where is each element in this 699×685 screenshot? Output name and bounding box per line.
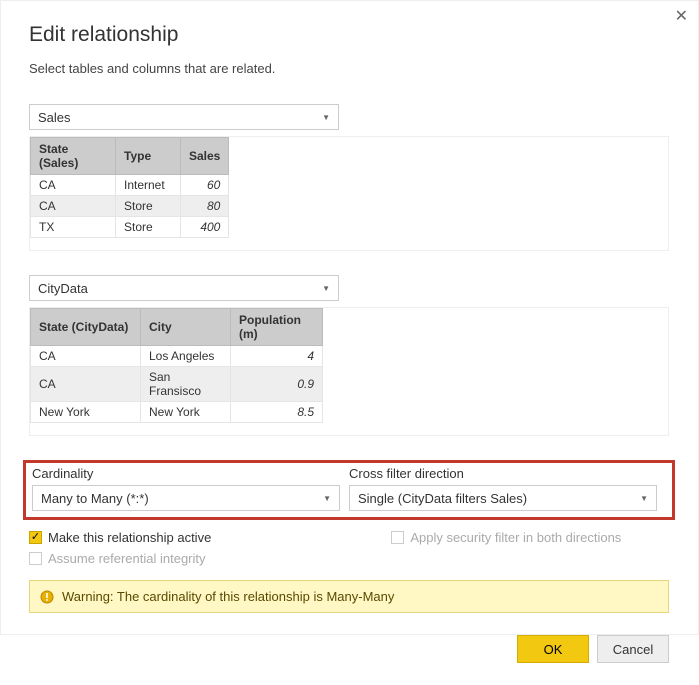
- assume-referential-checkbox: Assume referential integrity: [29, 551, 670, 566]
- cell: TX: [31, 217, 116, 238]
- table2-preview: State (CityData) City Population (m) CA …: [29, 307, 669, 436]
- cell: 400: [181, 217, 229, 238]
- apply-security-checkbox: Apply security filter in both directions: [391, 530, 621, 545]
- cell: CA: [31, 367, 141, 402]
- apply-security-label: Apply security filter in both directions: [410, 530, 621, 545]
- cell: New York: [141, 402, 231, 423]
- checkbox-icon: ✓: [29, 531, 42, 544]
- cell: CA: [31, 175, 116, 196]
- cell: San Fransisco: [141, 367, 231, 402]
- table1-grid: State (Sales) Type Sales CA Internet 60 …: [30, 137, 229, 238]
- table1-select[interactable]: Sales ▼: [29, 104, 339, 130]
- cell: New York: [31, 402, 141, 423]
- cell: Store: [116, 196, 181, 217]
- warning-icon: [40, 590, 54, 604]
- cardinality-value: Many to Many (*:*): [41, 491, 149, 506]
- cell: Store: [116, 217, 181, 238]
- warning-text: Warning: The cardinality of this relatio…: [62, 589, 394, 604]
- chevron-down-icon: ▼: [640, 494, 648, 503]
- table-row[interactable]: CA Los Angeles 4: [31, 346, 323, 367]
- relationship-options-highlight: Cardinality Many to Many (*:*) ▼ Cross f…: [23, 460, 675, 520]
- cardinality-label: Cardinality: [32, 466, 349, 481]
- table1-col-state[interactable]: State (Sales): [31, 138, 116, 175]
- cancel-button[interactable]: Cancel: [597, 635, 669, 663]
- table1-col-type[interactable]: Type: [116, 138, 181, 175]
- make-active-checkbox[interactable]: ✓ Make this relationship active: [29, 530, 211, 545]
- table2-grid: State (CityData) City Population (m) CA …: [30, 308, 323, 423]
- chevron-down-icon: ▼: [322, 284, 330, 293]
- cell: Los Angeles: [141, 346, 231, 367]
- cell: Internet: [116, 175, 181, 196]
- table-row[interactable]: CA Store 80: [31, 196, 229, 217]
- warning-bar: Warning: The cardinality of this relatio…: [29, 580, 669, 613]
- cell: CA: [31, 346, 141, 367]
- crossfilter-label: Cross filter direction: [349, 466, 666, 481]
- make-active-label: Make this relationship active: [48, 530, 211, 545]
- table1-select-value: Sales: [38, 110, 71, 125]
- table-row[interactable]: TX Store 400: [31, 217, 229, 238]
- assume-referential-label: Assume referential integrity: [48, 551, 206, 566]
- cell: 0.9: [231, 367, 323, 402]
- chevron-down-icon: ▼: [323, 494, 331, 503]
- table2-col-pop[interactable]: Population (m): [231, 309, 323, 346]
- table2-select[interactable]: CityData ▼: [29, 275, 339, 301]
- ok-button[interactable]: OK: [517, 635, 589, 663]
- table-row[interactable]: CA Internet 60: [31, 175, 229, 196]
- table1-preview: State (Sales) Type Sales CA Internet 60 …: [29, 136, 669, 251]
- cell: 8.5: [231, 402, 323, 423]
- checkbox-icon: [29, 552, 42, 565]
- checkbox-icon: [391, 531, 404, 544]
- chevron-down-icon: ▼: [322, 113, 330, 122]
- edit-relationship-dialog: Edit relationship Select tables and colu…: [1, 1, 698, 685]
- cell: 80: [181, 196, 229, 217]
- dialog-subtitle: Select tables and columns that are relat…: [29, 61, 670, 76]
- crossfilter-select[interactable]: Single (CityData filters Sales) ▼: [349, 485, 657, 511]
- table1-col-sales[interactable]: Sales: [181, 138, 229, 175]
- table-row[interactable]: CA San Fransisco 0.9: [31, 367, 323, 402]
- table2-col-state[interactable]: State (CityData): [31, 309, 141, 346]
- cell: 4: [231, 346, 323, 367]
- close-icon[interactable]: ✕: [675, 6, 688, 26]
- dialog-buttons: OK Cancel: [29, 635, 669, 663]
- cell: CA: [31, 196, 116, 217]
- crossfilter-value: Single (CityData filters Sales): [358, 491, 527, 506]
- table2-select-value: CityData: [38, 281, 88, 296]
- table2-col-city[interactable]: City: [141, 309, 231, 346]
- table-row[interactable]: New York New York 8.5: [31, 402, 323, 423]
- cell: 60: [181, 175, 229, 196]
- cardinality-select[interactable]: Many to Many (*:*) ▼: [32, 485, 340, 511]
- dialog-title: Edit relationship: [29, 23, 670, 47]
